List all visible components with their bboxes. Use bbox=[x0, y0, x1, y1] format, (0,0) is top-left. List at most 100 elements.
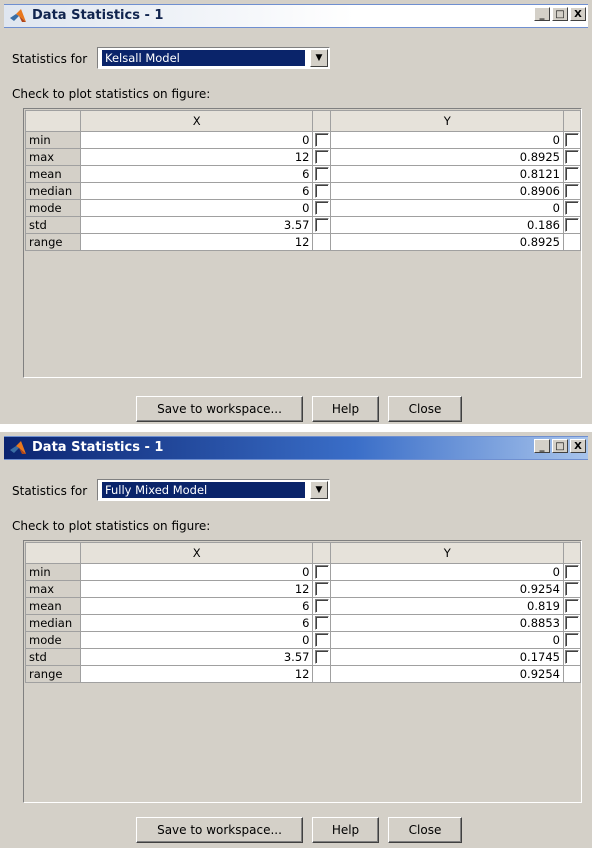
save-to-workspace-button[interactable]: Save to workspace... bbox=[136, 396, 303, 422]
x-plot-checkbox-cell[interactable] bbox=[312, 597, 332, 615]
y-value-cell: 0.819 bbox=[330, 597, 564, 615]
x-plot-checkbox[interactable] bbox=[314, 133, 329, 148]
y-plot-checkbox[interactable] bbox=[564, 599, 579, 614]
x-plot-checkbox-cell[interactable] bbox=[312, 648, 332, 666]
y-plot-checkbox[interactable] bbox=[564, 582, 579, 597]
check-to-plot-label: Check to plot statistics on figure: bbox=[12, 519, 211, 533]
minimize-button[interactable]: _ bbox=[534, 439, 550, 453]
x-plot-checkbox[interactable] bbox=[314, 633, 329, 648]
x-plot-checkbox-cell[interactable] bbox=[312, 216, 332, 234]
help-button[interactable]: Help bbox=[312, 817, 379, 843]
x-plot-checkbox-cell[interactable] bbox=[312, 165, 332, 183]
column-header-y: Y bbox=[330, 110, 564, 132]
y-plot-checkbox-cell[interactable] bbox=[562, 216, 582, 234]
x-plot-checkbox[interactable] bbox=[314, 167, 329, 182]
y-plot-checkbox-cell[interactable] bbox=[562, 580, 582, 598]
x-value-cell: 6 bbox=[79, 597, 314, 615]
y-value-cell: 0.8853 bbox=[330, 614, 564, 632]
row-label: mode bbox=[25, 631, 81, 649]
help-button[interactable]: Help bbox=[312, 396, 379, 422]
table-row: median 6 0.8853 bbox=[25, 614, 582, 632]
row-label: mean bbox=[25, 597, 81, 615]
x-plot-checkbox-cell[interactable] bbox=[312, 199, 332, 217]
close-window-button[interactable]: X bbox=[570, 439, 586, 453]
x-plot-checkbox[interactable] bbox=[314, 150, 329, 165]
x-plot-checkbox[interactable] bbox=[314, 218, 329, 233]
row-label: range bbox=[25, 233, 81, 251]
table-row: std 3.57 0.186 bbox=[25, 216, 582, 234]
x-plot-checkbox[interactable] bbox=[314, 184, 329, 199]
title-bar[interactable]: Data Statistics - 1 _ □ X bbox=[4, 436, 588, 460]
x-plot-checkbox-cell[interactable] bbox=[312, 131, 332, 149]
chevron-down-icon[interactable]: ▼ bbox=[310, 481, 328, 499]
table-row: max 12 0.9254 bbox=[25, 580, 582, 598]
x-value-cell: 0 bbox=[79, 131, 314, 149]
matlab-logo-icon bbox=[10, 441, 26, 454]
y-plot-checkbox-cell[interactable] bbox=[562, 182, 582, 200]
x-value-cell: 0 bbox=[79, 631, 314, 649]
x-plot-checkbox[interactable] bbox=[314, 599, 329, 614]
check-to-plot-label: Check to plot statistics on figure: bbox=[12, 87, 211, 101]
y-plot-checkbox[interactable] bbox=[564, 184, 579, 199]
y-plot-checkbox[interactable] bbox=[564, 565, 579, 580]
x-plot-checkbox[interactable] bbox=[314, 201, 329, 216]
y-plot-checkbox-cell[interactable] bbox=[562, 597, 582, 615]
title-bar[interactable]: Data Statistics - 1 _ □ X bbox=[4, 4, 588, 28]
y-plot-checkbox-cell[interactable] bbox=[562, 148, 582, 166]
y-plot-checkbox-cell[interactable] bbox=[562, 199, 582, 217]
y-plot-checkbox-cell[interactable] bbox=[562, 131, 582, 149]
x-plot-checkbox[interactable] bbox=[314, 565, 329, 580]
chevron-down-icon[interactable]: ▼ bbox=[310, 49, 328, 67]
y-plot-checkbox-cell[interactable] bbox=[562, 165, 582, 183]
x-plot-checkbox[interactable] bbox=[314, 582, 329, 597]
table-row: median 6 0.8906 bbox=[25, 182, 582, 200]
statistics-table: X Y min 0 0 max 12 0.8925 mean 6 0.8121 … bbox=[23, 108, 582, 378]
y-plot-checkbox[interactable] bbox=[564, 150, 579, 165]
x-plot-checkbox-cell[interactable] bbox=[312, 182, 332, 200]
table-row: mode 0 0 bbox=[25, 631, 582, 649]
x-value-cell: 6 bbox=[79, 165, 314, 183]
minimize-button[interactable]: _ bbox=[534, 7, 550, 21]
y-plot-checkbox[interactable] bbox=[564, 633, 579, 648]
y-plot-checkbox[interactable] bbox=[564, 616, 579, 631]
y-plot-checkbox[interactable] bbox=[564, 218, 579, 233]
x-plot-checkbox-cell[interactable] bbox=[312, 148, 332, 166]
model-select[interactable]: Fully Mixed Model ▼ bbox=[97, 479, 330, 501]
y-plot-checkbox-cell[interactable] bbox=[562, 631, 582, 649]
close-window-button[interactable]: X bbox=[570, 7, 586, 21]
table-row: range 12 0.8925 bbox=[25, 233, 582, 251]
y-plot-checkbox[interactable] bbox=[564, 133, 579, 148]
y-value-cell: 0.8121 bbox=[330, 165, 564, 183]
y-plot-checkbox[interactable] bbox=[564, 201, 579, 216]
x-value-cell: 12 bbox=[79, 665, 314, 683]
maximize-button[interactable]: □ bbox=[552, 439, 568, 453]
close-button[interactable]: Close bbox=[388, 396, 462, 422]
y-plot-checkbox-cell bbox=[562, 665, 582, 683]
table-row: mean 6 0.819 bbox=[25, 597, 582, 615]
corner-header bbox=[25, 542, 81, 564]
x-plot-checkbox-cell[interactable] bbox=[312, 631, 332, 649]
y-plot-checkbox-cell[interactable] bbox=[562, 563, 582, 581]
window-title: Data Statistics - 1 bbox=[32, 440, 164, 455]
y-plot-checkbox-cell[interactable] bbox=[562, 614, 582, 632]
x-plot-checkbox[interactable] bbox=[314, 650, 329, 665]
table-header-row: X Y bbox=[25, 110, 582, 132]
x-plot-checkbox[interactable] bbox=[314, 616, 329, 631]
column-header-y-check bbox=[562, 110, 582, 132]
row-label: std bbox=[25, 648, 81, 666]
x-value-cell: 3.57 bbox=[79, 648, 314, 666]
x-value-cell: 6 bbox=[79, 614, 314, 632]
y-plot-checkbox-cell[interactable] bbox=[562, 648, 582, 666]
y-plot-checkbox-cell bbox=[562, 233, 582, 251]
window-title: Data Statistics - 1 bbox=[32, 8, 164, 23]
x-plot-checkbox-cell[interactable] bbox=[312, 580, 332, 598]
x-plot-checkbox-cell[interactable] bbox=[312, 563, 332, 581]
maximize-button[interactable]: □ bbox=[552, 7, 568, 21]
save-to-workspace-button[interactable]: Save to workspace... bbox=[136, 817, 303, 843]
y-plot-checkbox[interactable] bbox=[564, 650, 579, 665]
y-plot-checkbox[interactable] bbox=[564, 167, 579, 182]
x-plot-checkbox-cell[interactable] bbox=[312, 614, 332, 632]
model-select[interactable]: Kelsall Model ▼ bbox=[97, 47, 330, 69]
row-label: max bbox=[25, 148, 81, 166]
close-button[interactable]: Close bbox=[388, 817, 462, 843]
